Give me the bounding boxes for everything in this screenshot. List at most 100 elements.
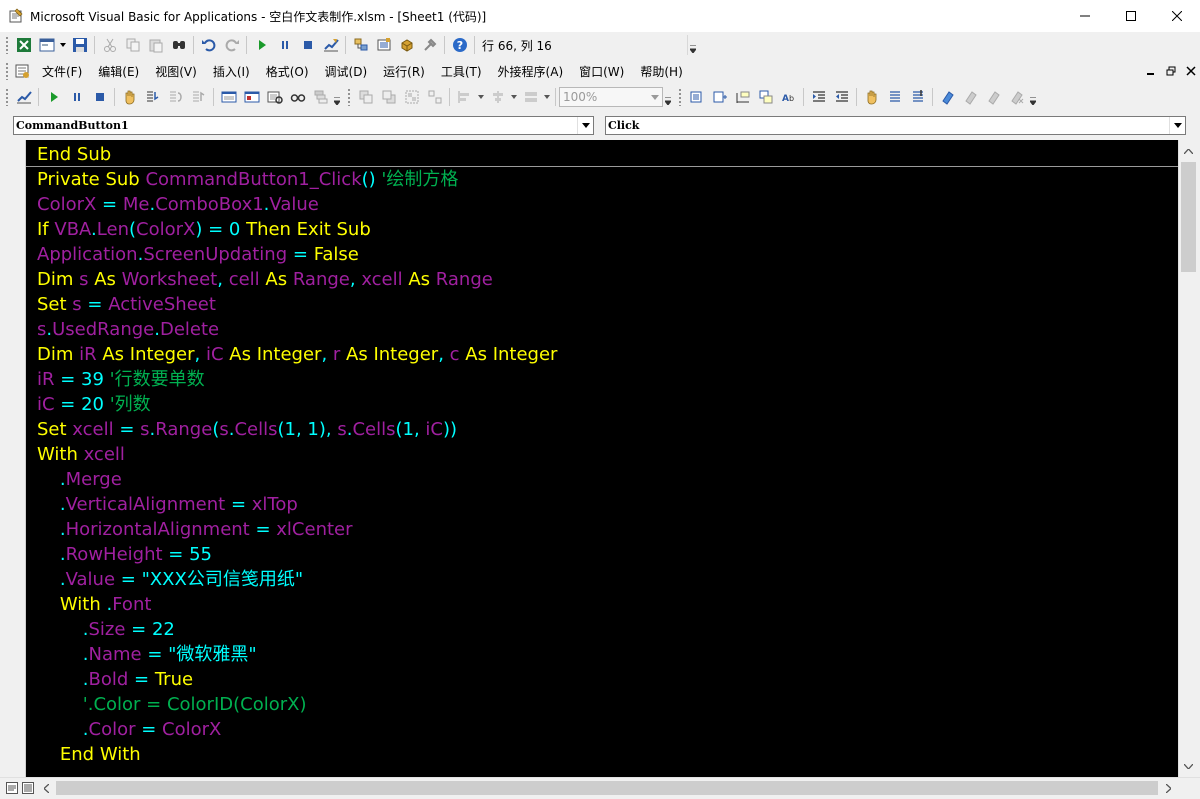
vertical-scroll-thumb[interactable] bbox=[1181, 162, 1196, 272]
code-line[interactable]: .VerticalAlignment = xlTop bbox=[37, 492, 298, 517]
quick-watch-button[interactable] bbox=[286, 86, 309, 108]
step-over-button[interactable] bbox=[164, 86, 187, 108]
scroll-down-button[interactable] bbox=[1179, 757, 1198, 775]
code-line[interactable]: .Value = "XXX公司信笺用纸" bbox=[37, 567, 303, 592]
properties-button[interactable] bbox=[372, 34, 395, 56]
run-button[interactable] bbox=[42, 86, 65, 108]
watch-window-button[interactable] bbox=[263, 86, 286, 108]
full-module-view-button[interactable] bbox=[21, 780, 35, 795]
menu-window[interactable]: 窗口(W) bbox=[571, 63, 632, 80]
zoom-select[interactable]: 100% bbox=[559, 87, 663, 107]
code-line[interactable]: .Color = ColorX bbox=[37, 717, 222, 742]
code-line[interactable]: Set xcell = s.Range(s.Cells(1, 1), s.Cel… bbox=[37, 417, 457, 442]
menu-run[interactable]: 运行(R) bbox=[375, 63, 433, 80]
menu-edit[interactable]: 编辑(E) bbox=[90, 63, 147, 80]
project-explorer-button[interactable] bbox=[349, 34, 372, 56]
toolbar-overflow-button[interactable] bbox=[332, 86, 342, 108]
code-line[interactable]: '.Color = ColorID(ColorX) bbox=[37, 692, 307, 717]
code-margin-indicator[interactable] bbox=[0, 140, 26, 777]
clear-bookmarks-button[interactable] bbox=[1005, 86, 1028, 108]
insert-userform-button[interactable] bbox=[35, 34, 58, 56]
save-button[interactable] bbox=[68, 34, 91, 56]
list-constants-button[interactable] bbox=[708, 86, 731, 108]
break-button[interactable] bbox=[65, 86, 88, 108]
quick-info-button[interactable] bbox=[731, 86, 754, 108]
scroll-up-button[interactable] bbox=[1179, 142, 1198, 160]
toolbar-grip[interactable] bbox=[5, 88, 9, 106]
ungroup-button[interactable] bbox=[423, 86, 446, 108]
close-button[interactable] bbox=[1154, 0, 1200, 32]
design-mode-button[interactable] bbox=[12, 86, 35, 108]
code-line[interactable]: Dim s As Worksheet, cell As Range, xcell… bbox=[37, 267, 493, 292]
code-line[interactable]: End Sub bbox=[37, 142, 111, 167]
scroll-right-button[interactable] bbox=[1160, 779, 1176, 797]
reset-button[interactable] bbox=[88, 86, 111, 108]
toolbar-grip[interactable] bbox=[347, 88, 351, 106]
locals-window-button[interactable] bbox=[217, 86, 240, 108]
toolbar-grip[interactable] bbox=[678, 88, 682, 106]
menu-format[interactable]: 格式(O) bbox=[258, 63, 317, 80]
help-button[interactable]: ? bbox=[448, 34, 471, 56]
step-into-button[interactable] bbox=[141, 86, 164, 108]
code-line[interactable]: End With bbox=[37, 742, 141, 767]
maximize-button[interactable] bbox=[1108, 0, 1154, 32]
design-mode-button[interactable] bbox=[319, 34, 342, 56]
code-line[interactable]: With xcell bbox=[37, 442, 125, 467]
complete-word-button[interactable]: Ab bbox=[777, 86, 800, 108]
horizontal-scrollbar[interactable] bbox=[0, 777, 1200, 797]
code-line[interactable]: If VBA.Len(ColorX) = 0 Then Exit Sub bbox=[37, 217, 371, 242]
code-line[interactable]: .HorizontalAlignment = xlCenter bbox=[37, 517, 353, 542]
copy-button[interactable] bbox=[121, 34, 144, 56]
procedure-view-button[interactable] bbox=[5, 780, 19, 795]
center-dropdown[interactable] bbox=[509, 86, 519, 108]
toggle-bookmark-button[interactable] bbox=[936, 86, 959, 108]
code-line[interactable]: iC = 20 '列数 bbox=[37, 392, 151, 417]
close-icon[interactable] bbox=[1186, 66, 1196, 76]
code-line[interactable]: ColorX = Me.ComboBox1.Value bbox=[37, 192, 319, 217]
object-browser-button[interactable] bbox=[395, 34, 418, 56]
restore-icon[interactable] bbox=[1166, 66, 1176, 76]
toolbox-button[interactable] bbox=[418, 34, 441, 56]
parameter-info-button[interactable] bbox=[754, 86, 777, 108]
code-line[interactable]: .RowHeight = 55 bbox=[37, 542, 212, 567]
undo-button[interactable] bbox=[197, 34, 220, 56]
toolbar-overflow-button[interactable] bbox=[688, 34, 698, 56]
toolbar-grip[interactable] bbox=[5, 36, 9, 54]
send-to-back-button[interactable] bbox=[377, 86, 400, 108]
code-line[interactable]: .Size = 22 bbox=[37, 617, 175, 642]
group-button[interactable] bbox=[400, 86, 423, 108]
view-excel-button[interactable] bbox=[12, 34, 35, 56]
insert-dropdown[interactable] bbox=[58, 34, 68, 56]
break-button[interactable] bbox=[273, 34, 296, 56]
procedure-combo[interactable]: Click bbox=[605, 116, 1186, 135]
make-same-size-button[interactable] bbox=[519, 86, 542, 108]
code-line[interactable]: s.UsedRange.Delete bbox=[37, 317, 219, 342]
menu-view[interactable]: 视图(V) bbox=[147, 63, 205, 80]
align-button[interactable] bbox=[453, 86, 476, 108]
find-button[interactable] bbox=[167, 34, 190, 56]
object-combo[interactable]: CommandButton1 bbox=[13, 116, 594, 135]
paste-button[interactable] bbox=[144, 34, 167, 56]
horizontal-scroll-thumb[interactable] bbox=[56, 781, 1158, 795]
call-stack-button[interactable] bbox=[309, 86, 332, 108]
previous-bookmark-button[interactable] bbox=[982, 86, 1005, 108]
toggle-breakpoint-button[interactable] bbox=[118, 86, 141, 108]
step-out-button[interactable] bbox=[187, 86, 210, 108]
list-properties-button[interactable] bbox=[685, 86, 708, 108]
bring-to-front-button[interactable] bbox=[354, 86, 377, 108]
code-line[interactable]: .Merge bbox=[37, 467, 122, 492]
minimize-button[interactable] bbox=[1062, 0, 1108, 32]
redo-button[interactable] bbox=[220, 34, 243, 56]
menu-tools[interactable]: 工具(T) bbox=[433, 63, 490, 80]
cut-button[interactable] bbox=[98, 34, 121, 56]
code-line[interactable]: Private Sub CommandButton1_Click() '绘制方格 bbox=[37, 167, 458, 192]
uncomment-block-button[interactable] bbox=[906, 86, 929, 108]
menu-debug[interactable]: 调试(D) bbox=[317, 63, 376, 80]
menu-grip[interactable] bbox=[5, 62, 9, 80]
code-line[interactable]: .Bold = True bbox=[37, 667, 193, 692]
menu-file[interactable]: 文件(F) bbox=[34, 63, 90, 80]
center-button[interactable] bbox=[486, 86, 509, 108]
outdent-button[interactable] bbox=[830, 86, 853, 108]
indent-button[interactable] bbox=[807, 86, 830, 108]
code-line[interactable]: Dim iR As Integer, iC As Integer, r As I… bbox=[37, 342, 557, 367]
